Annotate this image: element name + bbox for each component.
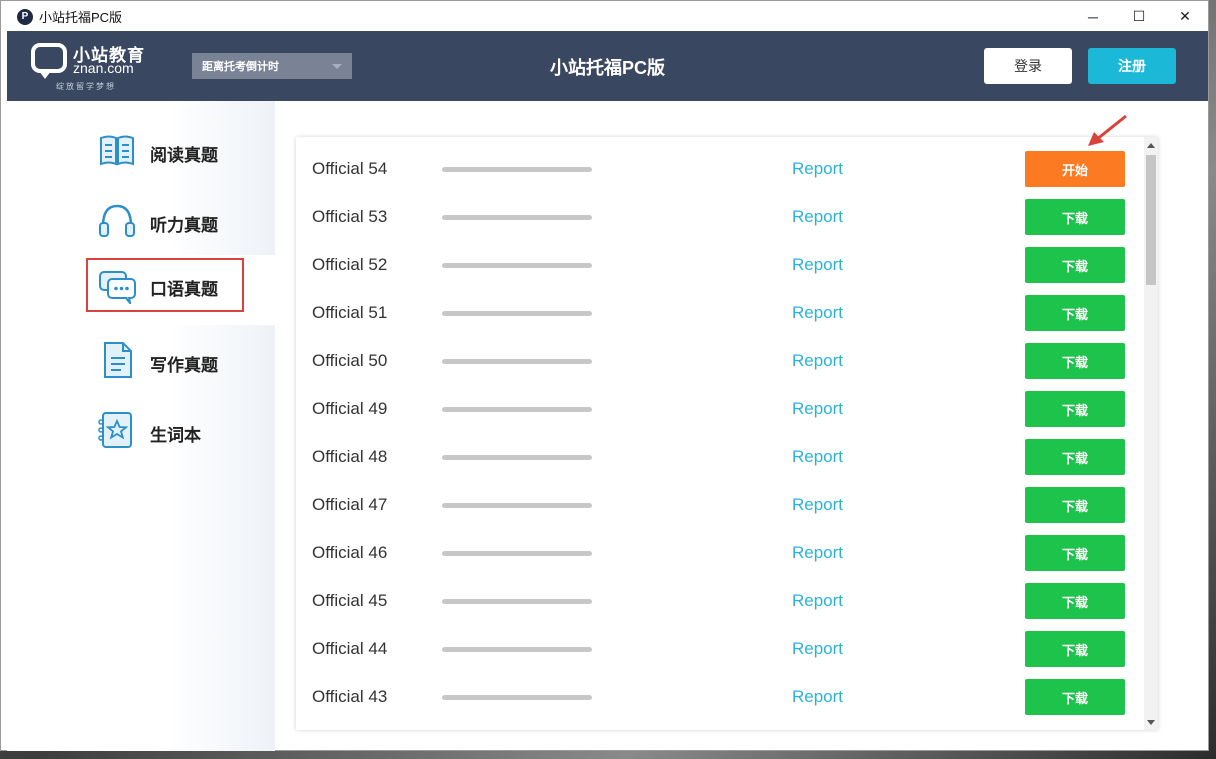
test-row: Official 52 Report 下载 [296, 233, 1144, 283]
test-name: Official 54 [312, 159, 388, 178]
test-row: Official 53 Report 下载 [296, 185, 1144, 235]
test-name: Official 51 [312, 303, 388, 322]
sidebar-item-label: 生词本 [150, 426, 201, 445]
test-name: Official 49 [312, 399, 388, 418]
test-name: Official 43 [312, 687, 388, 706]
login-button[interactable]: 登录 [984, 48, 1072, 84]
progress-bar [442, 647, 592, 652]
report-link[interactable]: Report [792, 543, 843, 563]
test-name: Official 48 [312, 447, 388, 466]
test-row: Official 50 Report 下载 [296, 329, 1144, 379]
annotation-arrow-icon [1088, 114, 1127, 146]
test-row: Official 46 Report 下载 [296, 521, 1144, 571]
report-link[interactable]: Report [792, 399, 843, 419]
report-link[interactable]: Report [792, 303, 843, 323]
report-link[interactable]: Report [792, 255, 843, 275]
vertical-scrollbar[interactable] [1144, 137, 1158, 730]
report-link[interactable]: Report [792, 687, 843, 707]
download-button[interactable]: 下载 [1025, 487, 1125, 523]
progress-bar [442, 455, 592, 460]
report-link[interactable]: Report [792, 159, 843, 179]
test-name: Official 52 [312, 255, 388, 274]
sidebar-item-label: 阅读真题 [150, 146, 218, 165]
download-button[interactable]: 下载 [1025, 679, 1125, 715]
progress-bar [442, 359, 592, 364]
logo-tagline: 绽放留学梦想 [56, 82, 116, 91]
progress-bar [442, 503, 592, 508]
progress-bar [442, 695, 592, 700]
report-link[interactable]: Report [792, 207, 843, 227]
register-button[interactable]: 注册 [1088, 48, 1176, 84]
maximize-icon[interactable]: ☐ [1116, 1, 1162, 32]
download-button[interactable]: 下载 [1025, 631, 1125, 667]
window-controls: ─ ☐ ✕ [1070, 1, 1208, 32]
sidebar: 阅读真题 听力真题 口语真题 写作真题 生词本 [7, 101, 275, 751]
test-row: Official 51 Report 下载 [296, 281, 1144, 331]
test-row: Official 47 Report 下载 [296, 473, 1144, 523]
start-button[interactable]: 开始 [1025, 151, 1125, 187]
star-notebook-icon [98, 412, 132, 448]
scroll-up-icon[interactable] [1144, 139, 1158, 151]
download-button[interactable]: 下载 [1025, 535, 1125, 571]
progress-bar [442, 407, 592, 412]
download-button[interactable]: 下载 [1025, 439, 1125, 475]
report-link[interactable]: Report [792, 591, 843, 611]
title-bar: P 小站托福PC版 ─ ☐ ✕ [1, 1, 1208, 32]
selected-highlight-box: 口语真题 [86, 258, 244, 312]
window-title: 小站托福PC版 [39, 10, 123, 25]
sidebar-item-label: 写作真题 [150, 356, 218, 375]
progress-bar [442, 167, 592, 172]
download-button[interactable]: 下载 [1025, 391, 1125, 427]
test-name: Official 45 [312, 591, 388, 610]
test-row: Official 49 Report 下载 [296, 377, 1144, 427]
test-row: Official 48 Report 下载 [296, 425, 1144, 475]
scrollbar-thumb[interactable] [1146, 155, 1156, 285]
test-name: Official 47 [312, 495, 388, 514]
download-button[interactable]: 下载 [1025, 199, 1125, 235]
report-link[interactable]: Report [792, 351, 843, 371]
sidebar-item-listening[interactable]: 听力真题 [7, 185, 275, 255]
sidebar-item-speaking[interactable]: 口语真题 [7, 255, 275, 325]
close-icon[interactable]: ✕ [1162, 1, 1208, 32]
app-logo-icon: P [17, 8, 33, 25]
download-button[interactable]: 下载 [1025, 295, 1125, 331]
test-row: Official 45 Report 下载 [296, 569, 1144, 619]
sidebar-item-vocabulary[interactable]: 生词本 [7, 395, 275, 465]
document-icon [104, 342, 132, 378]
sidebar-item-label: 口语真题 [150, 280, 218, 299]
test-list-panel: Official 54 Report 开始 Official 53 Report 下载 Of… [296, 137, 1158, 730]
app-header: 小站教育 znan.com 绽放留学梦想 距离托考倒计时 小站托福PC版 登录 … [7, 31, 1208, 101]
test-row: Official 43 Report 下载 [296, 665, 1144, 715]
download-button[interactable]: 下载 [1025, 247, 1125, 283]
report-link[interactable]: Report [792, 447, 843, 467]
scroll-down-icon[interactable] [1144, 716, 1158, 728]
download-button[interactable]: 下载 [1025, 583, 1125, 619]
test-name: Official 44 [312, 639, 388, 658]
report-link[interactable]: Report [792, 639, 843, 659]
sidebar-item-writing[interactable]: 写作真题 [7, 325, 275, 395]
report-link[interactable]: Report [792, 495, 843, 515]
chat-bubbles-icon [99, 271, 136, 304]
test-row: Official 54 Report 开始 [296, 137, 1144, 187]
sidebar-item-reading[interactable]: 阅读真题 [7, 115, 275, 185]
progress-bar [442, 263, 592, 268]
test-name: Official 50 [312, 351, 388, 370]
progress-bar [442, 311, 592, 316]
test-name: Official 46 [312, 543, 388, 562]
minimize-icon[interactable]: ─ [1070, 1, 1116, 32]
progress-bar [442, 599, 592, 604]
sidebar-item-label: 听力真题 [150, 216, 218, 235]
test-name: Official 53 [312, 207, 388, 226]
test-row: Official 44 Report 下载 [296, 617, 1144, 667]
progress-bar [442, 215, 592, 220]
book-icon [100, 135, 134, 166]
headphones-icon [99, 204, 135, 237]
progress-bar [442, 551, 592, 556]
download-button[interactable]: 下载 [1025, 343, 1125, 379]
